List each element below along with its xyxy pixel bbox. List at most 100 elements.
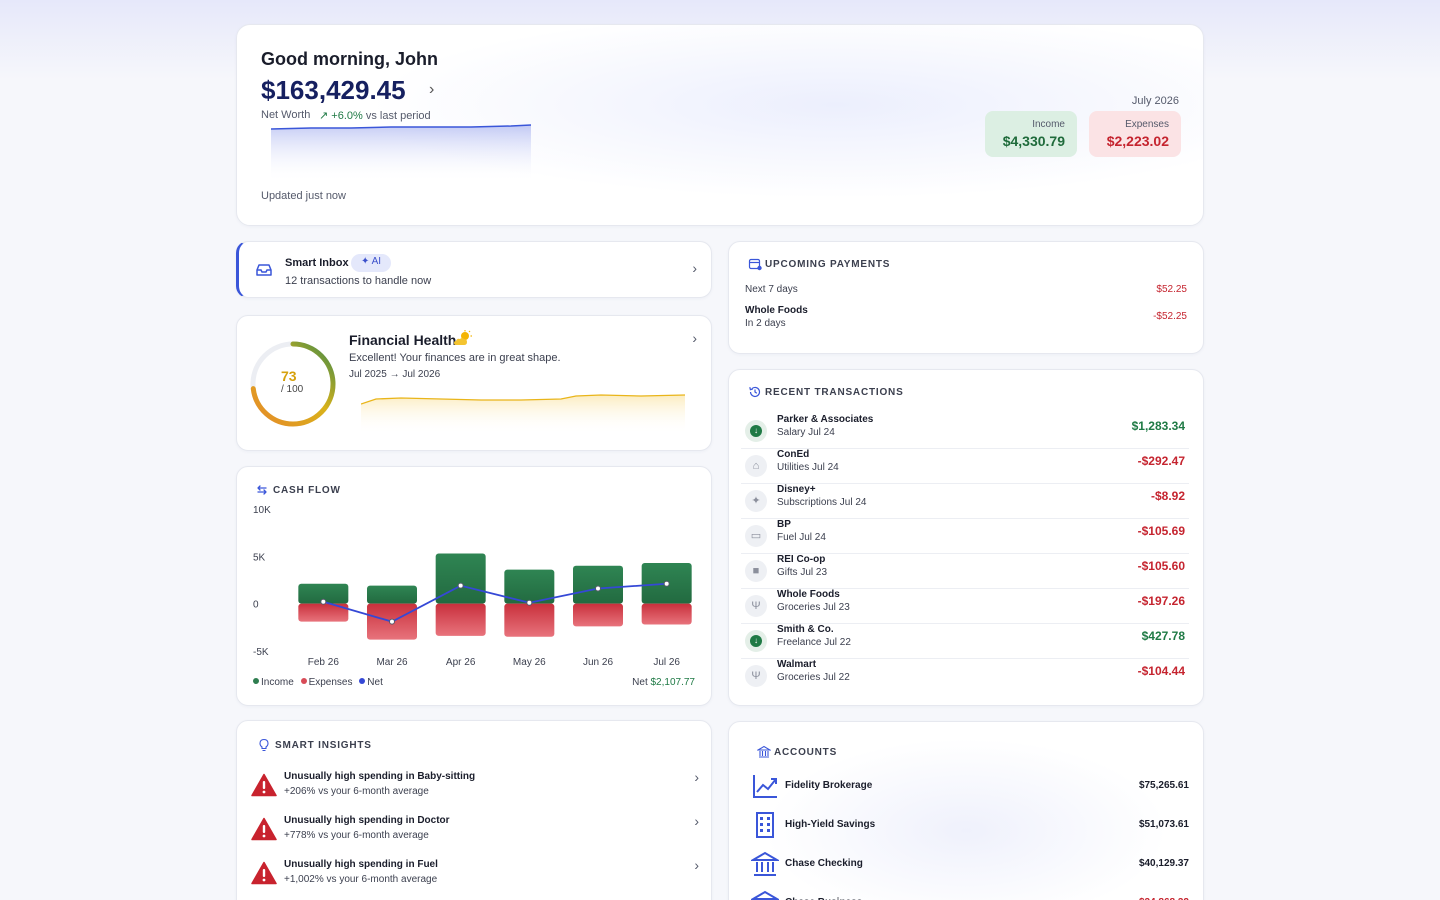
smart-inbox-card[interactable]: Smart Inbox ✦ AI 12 transactions to hand… bbox=[236, 241, 712, 298]
income-bar bbox=[367, 585, 417, 604]
transaction-amount: -$105.69 bbox=[1137, 524, 1185, 538]
upcoming-period-label: Next 7 days bbox=[745, 284, 798, 295]
transaction-amount: $427.78 bbox=[1141, 629, 1185, 643]
expense-bar bbox=[435, 603, 486, 636]
health-subtitle: Excellent! Your finances are in great sh… bbox=[349, 352, 561, 364]
transaction-name: Walmart bbox=[777, 659, 817, 670]
insight-item[interactable]: Unusually high spending in Doctor +778% v… bbox=[237, 813, 713, 855]
transaction-meta: Fuel Jul 24 bbox=[777, 532, 826, 543]
ai-badge: ✦ AI bbox=[351, 254, 392, 272]
transaction-name: Whole Foods bbox=[777, 589, 840, 600]
transaction-amount: -$105.60 bbox=[1137, 559, 1185, 573]
health-score: 73 bbox=[281, 368, 297, 384]
transaction-amount: $1,283.34 bbox=[1131, 419, 1185, 433]
transaction-row[interactable]: ↓ Parker & Associates Salary Jul 24 $1,283.… bbox=[741, 414, 1189, 449]
expenses-value: $2,223.02 bbox=[1106, 133, 1169, 149]
insight-title: Unusually high spending in Fuel bbox=[284, 859, 438, 870]
transaction-meta: Subscriptions Jul 24 bbox=[777, 497, 867, 508]
net-worth-delta: ↗ +6.0% vs last period bbox=[319, 109, 431, 122]
expenses-label: Expenses bbox=[1125, 119, 1169, 130]
income-label: Income bbox=[1032, 119, 1065, 130]
recent-title: RECENT TRANSACTIONS bbox=[765, 387, 904, 398]
legend-expenses: Expenses bbox=[300, 677, 353, 688]
account-row[interactable]: Chase Checking $40,129.37 bbox=[749, 850, 1189, 880]
account-row[interactable]: High-Yield Savings $51,073.61 bbox=[749, 811, 1189, 841]
warning-icon bbox=[251, 773, 277, 797]
run-icon: ✦ bbox=[745, 490, 767, 512]
expense-bar bbox=[573, 603, 623, 627]
account-row[interactable]: Chase Business$34,868.32 bbox=[749, 889, 1189, 900]
transaction-amount: -$292.47 bbox=[1137, 454, 1185, 468]
insight-item[interactable]: Unusually high spending in Fuel +1,002% v… bbox=[237, 857, 713, 899]
utensils-icon: Ψ bbox=[745, 665, 767, 687]
cash-flow-card: CASH FLOW 10K 5K 0 -5K Feb 26 Mar 26 Apr 26 May… bbox=[236, 466, 712, 706]
transaction-name: Smith & Co. bbox=[777, 624, 834, 635]
lightbulb-icon bbox=[259, 738, 269, 752]
y-tick-label: -5K bbox=[253, 647, 269, 658]
y-tick-label: 5K bbox=[253, 552, 266, 563]
inbox-icon bbox=[256, 264, 272, 276]
account-name: Fidelity Brokerage bbox=[785, 780, 873, 791]
calendar-icon bbox=[748, 258, 762, 271]
upcoming-period-total: $52.25 bbox=[1156, 284, 1187, 295]
chevron-right-icon[interactable]: › bbox=[429, 81, 434, 99]
inbox-subtitle: 12 transactions to handle now bbox=[285, 275, 432, 287]
transaction-meta: Salary Jul 24 bbox=[777, 427, 835, 438]
insight-subtitle: +1,002% vs your 6-month average bbox=[284, 874, 438, 885]
legend-net: Net bbox=[359, 677, 383, 688]
legend-income: Income bbox=[253, 677, 294, 688]
trend-chart-icon bbox=[753, 775, 777, 798]
bank-icon bbox=[751, 890, 779, 900]
history-icon bbox=[749, 386, 761, 398]
transaction-row[interactable]: ⌂ ConEd Utilities Jul 24 -$292.47 bbox=[741, 449, 1189, 484]
expense-bar bbox=[641, 603, 692, 625]
upcoming-item-name[interactable]: Whole Foods bbox=[745, 305, 808, 316]
upcoming-item-when: In 2 days bbox=[745, 318, 786, 329]
financial-health-card[interactable]: 73 / 100 Financial Health Excellent! You… bbox=[236, 315, 712, 451]
chevron-right-icon[interactable]: › bbox=[692, 260, 697, 276]
insight-item[interactable]: Unusually high spending in Baby-sitting +… bbox=[237, 769, 713, 811]
account-name: Chase Checking bbox=[785, 858, 863, 869]
account-balance: $51,073.61 bbox=[1138, 819, 1189, 830]
delta-value: +6.0% bbox=[331, 110, 363, 122]
account-balance: $75,265.61 bbox=[1138, 780, 1189, 791]
insight-title: Unusually high spending in Baby-sitting bbox=[284, 771, 476, 782]
bag-icon: ■ bbox=[745, 560, 767, 582]
y-tick-label: 0 bbox=[253, 600, 259, 611]
account-name: High-Yield Savings bbox=[785, 819, 876, 830]
utensils-icon: Ψ bbox=[745, 595, 767, 617]
transaction-row[interactable]: ✦ Disney+ Subscriptions Jul 24 -$8.92 bbox=[741, 484, 1189, 519]
health-score-max: / 100 bbox=[281, 384, 304, 395]
greeting: Good morning, John bbox=[261, 49, 438, 69]
income-pill[interactable]: Income $4,330.79 bbox=[985, 111, 1077, 157]
chevron-right-icon[interactable]: › bbox=[692, 330, 697, 346]
transaction-row[interactable]: ▭ BP Fuel Jul 24 -$105.69 bbox=[741, 519, 1189, 554]
income-bar bbox=[573, 565, 623, 604]
period-month[interactable]: July 2026 bbox=[1132, 95, 1179, 107]
transaction-row[interactable]: ↓ Smith & Co. Freelance Jul 22 $427.78 bbox=[741, 624, 1189, 659]
y-tick-label: 10K bbox=[253, 505, 271, 516]
chevron-right-icon[interactable]: › bbox=[694, 857, 699, 873]
updated-status: Updated just now bbox=[261, 190, 346, 202]
building-icon bbox=[756, 812, 774, 838]
net-worth-label: Net Worth bbox=[261, 109, 311, 121]
net-worth-sparkline bbox=[271, 124, 531, 183]
expenses-pill[interactable]: Expenses $2,223.02 bbox=[1089, 111, 1181, 157]
transaction-row[interactable]: Ψ Whole Foods Groceries Jul 23 -$197.26 bbox=[741, 589, 1189, 624]
chevron-right-icon[interactable]: › bbox=[694, 813, 699, 829]
health-title: Financial Health bbox=[349, 332, 457, 348]
transaction-amount: -$197.26 bbox=[1137, 594, 1185, 608]
net-worth-value[interactable]: $163,429.45 bbox=[261, 75, 406, 106]
accounts-card: ACCOUNTS Fidelity Brokerage $75,265.61 Hig… bbox=[728, 721, 1204, 900]
upcoming-title: UPCOMING PAYMENTS bbox=[765, 259, 891, 270]
accounts-title: ACCOUNTS bbox=[774, 747, 838, 758]
net-point bbox=[457, 582, 464, 589]
transaction-name: BP bbox=[777, 519, 791, 530]
delta-suffix: vs last period bbox=[365, 110, 431, 122]
chevron-right-icon[interactable]: › bbox=[694, 769, 699, 785]
transaction-name: Parker & Associates bbox=[777, 414, 874, 425]
transaction-row[interactable]: ■ REI Co-op Gifts Jul 23 -$105.60 bbox=[741, 554, 1189, 589]
transaction-row[interactable]: Ψ Walmart Groceries Jul 22 -$104.44 bbox=[741, 659, 1189, 694]
account-row[interactable]: Fidelity Brokerage $75,265.61 bbox=[749, 772, 1189, 802]
cash-flow-net: Net $2,107.77 bbox=[632, 677, 695, 688]
